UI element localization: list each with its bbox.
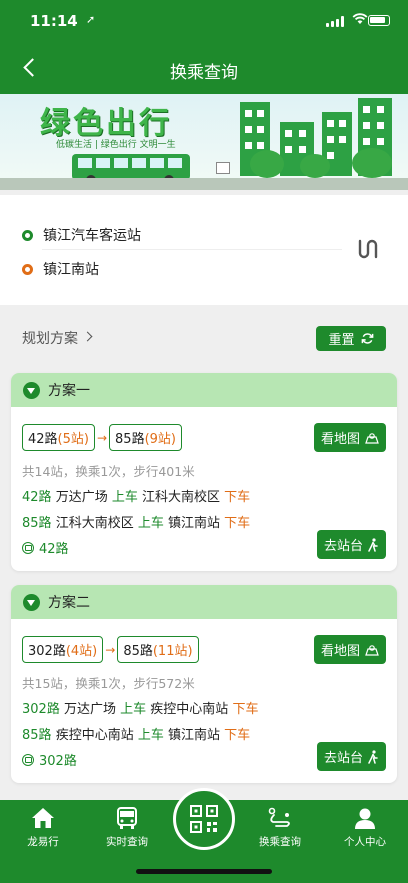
plan-card-header[interactable]: 方案二	[11, 585, 397, 619]
plan-label[interactable]: 规划方案	[22, 328, 78, 348]
go-to-station-button[interactable]: 去站台	[316, 742, 386, 771]
plan-bar: 规划方案 重置	[0, 318, 408, 358]
route-chips: 42路 (5站) → 85路 (9站)	[22, 424, 182, 451]
battery-icon	[368, 15, 390, 26]
bus-icon	[22, 753, 34, 766]
wifi-icon	[352, 13, 368, 29]
location-arrow-icon: ➚	[86, 13, 96, 26]
plan-title: 方案二	[48, 595, 90, 611]
collapse-icon[interactable]	[23, 593, 40, 611]
route-chip: 42路 (5站)	[22, 424, 95, 451]
walk-icon	[368, 537, 378, 552]
origin-field[interactable]: 镇江汽车客运站	[22, 225, 141, 245]
banner-slogan: 绿色出行	[40, 106, 172, 141]
reset-button[interactable]: 重置	[316, 326, 386, 351]
destination-dot-icon	[22, 263, 33, 275]
tree-graphic	[250, 150, 284, 178]
tab-realtime[interactable]: 实时查询	[91, 806, 163, 849]
destination-label: 镇江南站	[43, 262, 99, 278]
route-leg: 42路 万达广场 上车 江科大南校区 下车	[22, 490, 251, 505]
reset-label: 重置	[328, 333, 355, 348]
user-icon	[355, 808, 375, 829]
collapse-icon[interactable]	[23, 381, 40, 399]
tab-profile[interactable]: 个人中心	[329, 806, 401, 849]
route-chip: 302路 (4站)	[22, 636, 104, 663]
transfer-arrow-icon: →	[96, 430, 108, 445]
plan-card[interactable]: 方案一 42路 (5站) → 85路 (9站) 看地图 共14站，换乘1次，步行40…	[11, 373, 397, 571]
origin-dot-icon	[22, 229, 33, 241]
qr-code-button[interactable]	[173, 788, 235, 850]
bus-icon	[117, 807, 137, 829]
map-icon	[365, 432, 379, 444]
map-icon	[365, 644, 379, 656]
bus-stop-sign-icon	[216, 162, 230, 174]
signal-icon	[326, 16, 344, 27]
plan-summary: 共15站，换乘1次，步行572米	[22, 676, 195, 691]
route-chip: 85路 (11站)	[117, 636, 199, 663]
banner-subtitle: 低碳生活 | 绿色出行 文明一生	[56, 140, 176, 150]
refresh-icon	[361, 333, 373, 344]
plan-summary: 共14站，换乘1次，步行401米	[22, 464, 195, 479]
top-bar: 11:14 ➚ 换乘查询	[0, 0, 408, 94]
home-indicator	[136, 869, 272, 874]
transfer-arrow-icon: →	[105, 642, 116, 657]
walk-icon	[368, 749, 378, 764]
status-time: 11:14	[30, 12, 78, 30]
banner-image: 绿色出行 低碳生活 | 绿色出行 文明一生	[0, 94, 408, 190]
view-map-button[interactable]: 看地图	[313, 635, 386, 664]
destination-field[interactable]: 镇江南站	[22, 259, 99, 279]
road-graphic	[0, 178, 408, 190]
plan-card[interactable]: 方案二 302路 (4站) → 85路 (11站) 看地图 共15站，换乘1次，步行…	[11, 585, 397, 783]
tree-graphic	[300, 154, 330, 178]
first-bus-line: 302路	[22, 750, 77, 769]
home-icon	[32, 808, 54, 828]
route-leg: 85路 江科大南校区 上车 镇江南站 下车	[22, 516, 251, 531]
page-title: 换乘查询	[170, 63, 238, 83]
tree-graphic	[352, 148, 392, 178]
bus-graphic	[72, 154, 190, 185]
route-leg: 85路 疾控中心南站 上车 镇江南站 下车	[22, 728, 251, 743]
route-icon	[268, 807, 290, 827]
tab-transfer[interactable]: 换乘查询	[244, 806, 316, 849]
route-chip: 85路 (9站)	[109, 424, 182, 451]
origin-label: 镇江汽车客运站	[43, 228, 141, 244]
route-chips: 302路 (4站) → 85路 (11站)	[22, 636, 199, 663]
status-bar: 11:14 ➚	[0, 0, 408, 44]
divider	[42, 249, 342, 250]
view-map-button[interactable]: 看地图	[313, 423, 386, 452]
first-bus-line: 42路	[22, 538, 69, 557]
chevron-right-icon[interactable]	[82, 331, 93, 342]
route-leg: 302路 万达广场 上车 疾控中心南站 下车	[22, 702, 259, 717]
qr-code-icon	[190, 805, 218, 833]
go-to-station-button[interactable]: 去站台	[316, 530, 386, 559]
plan-card-header[interactable]: 方案一	[11, 373, 397, 407]
plan-title: 方案一	[48, 383, 90, 399]
stop-selector: 镇江汽车客运站 镇江南站	[0, 195, 408, 305]
swap-stops-icon[interactable]	[356, 235, 384, 263]
tab-home[interactable]: 龙易行	[7, 806, 79, 849]
bus-icon	[22, 541, 34, 554]
